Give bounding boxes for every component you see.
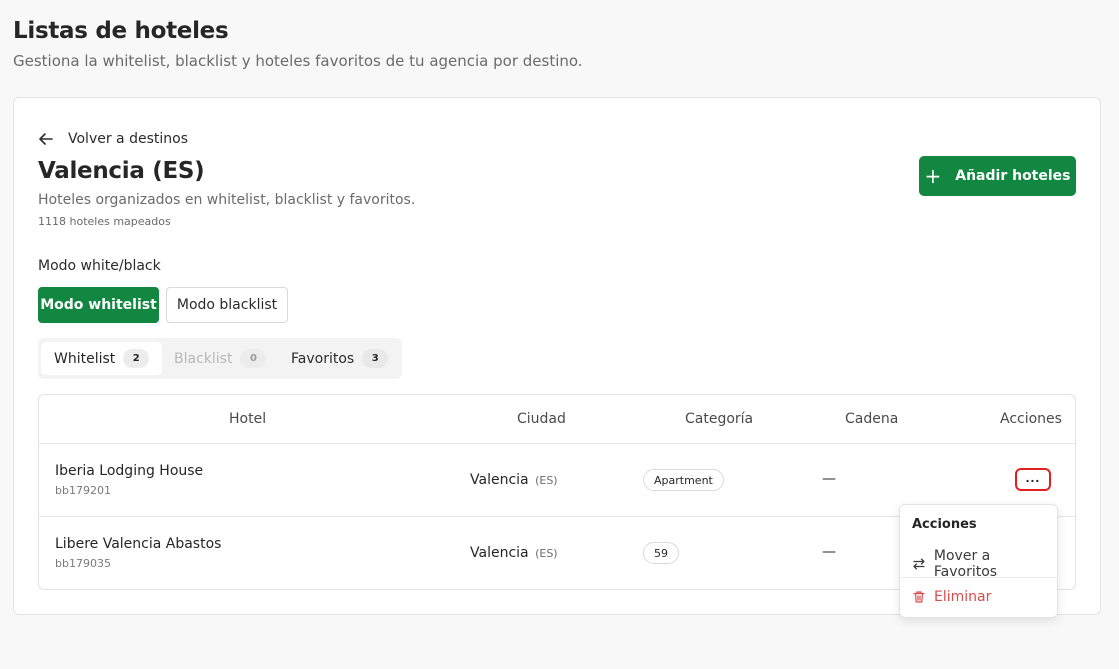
row-actions-button[interactable]: ...: [1015, 468, 1051, 491]
page-title: Listas de hoteles: [13, 18, 229, 44]
tab-favoritos-label: Favoritos: [291, 350, 355, 367]
actions-dropdown-menu: Acciones Mover a Favoritos Eliminar: [899, 504, 1058, 618]
category-pill: Apartment: [643, 469, 724, 491]
blacklist-mode-button[interactable]: Modo blacklist: [166, 287, 288, 323]
country-code: (ES): [535, 474, 558, 487]
hotel-city: Valencia (ES): [470, 472, 558, 488]
whitelist-mode-button[interactable]: Modo whitelist: [38, 287, 159, 323]
arrow-left-icon: [39, 133, 53, 145]
menu-divider: [900, 577, 1057, 578]
trash-icon: [913, 591, 925, 603]
tab-blacklist-label: Blacklist: [174, 350, 233, 367]
category-pill: 59: [643, 542, 679, 564]
hotel-chain: —: [822, 544, 836, 560]
mapped-hotels-count: 1118 hoteles mapeados: [38, 215, 171, 228]
city-name: Valencia: [470, 545, 529, 561]
delete-label: Eliminar: [934, 589, 992, 605]
country-code: (ES): [535, 547, 558, 560]
plus-icon: +: [924, 164, 942, 188]
add-hotels-label: Añadir hoteles: [955, 168, 1071, 184]
destination-description: Hoteles organizados en whitelist, blackl…: [38, 192, 416, 208]
delete-item[interactable]: Eliminar: [912, 589, 991, 605]
move-to-favorites-label: Mover a Favoritos: [933, 548, 998, 580]
back-link-label: Volver a destinos: [68, 131, 188, 147]
swap-arrows-icon: [913, 558, 925, 570]
hotel-id: bb179201: [55, 484, 111, 497]
tab-whitelist[interactable]: Whitelist 2: [41, 342, 162, 375]
hotel-chain: —: [822, 471, 836, 487]
actions-menu-title: Acciones: [912, 517, 977, 532]
hotel-id: bb179035: [55, 557, 111, 570]
destination-title: Valencia (ES): [38, 158, 205, 184]
column-header-cadena: Cadena: [845, 411, 899, 427]
hotel-city: Valencia (ES): [470, 545, 558, 561]
ellipsis-icon: ...: [1025, 468, 1041, 485]
hotel-name: Libere Valencia Abastos: [55, 536, 222, 552]
tab-favoritos-count: 3: [362, 349, 389, 368]
city-name: Valencia: [470, 472, 529, 488]
back-to-destinations-link[interactable]: Volver a destinos: [38, 131, 188, 147]
add-hotels-button[interactable]: + Añadir hoteles: [919, 156, 1076, 196]
mode-label: Modo white/black: [38, 258, 161, 274]
tab-blacklist-count: 0: [240, 349, 267, 368]
table-header: Hotel Ciudad Categoría Cadena Acciones: [39, 395, 1075, 444]
list-tabs: Whitelist 2 Blacklist 0 Favoritos 3: [38, 338, 402, 379]
column-header-ciudad: Ciudad: [517, 411, 566, 427]
page-subtitle: Gestiona la whitelist, blacklist y hotel…: [13, 52, 583, 70]
move-to-favorites-item[interactable]: Mover a Favoritos: [912, 548, 1057, 580]
tab-favoritos[interactable]: Favoritos 3: [278, 342, 400, 375]
tab-whitelist-count: 2: [123, 349, 150, 368]
hotel-name: Iberia Lodging House: [55, 463, 204, 479]
column-header-hotel: Hotel: [229, 411, 267, 427]
column-header-categoria: Categoría: [685, 411, 754, 427]
column-header-acciones: Acciones: [1000, 411, 1062, 427]
tab-blacklist[interactable]: Blacklist 0: [161, 342, 278, 375]
tab-whitelist-label: Whitelist: [54, 350, 116, 367]
